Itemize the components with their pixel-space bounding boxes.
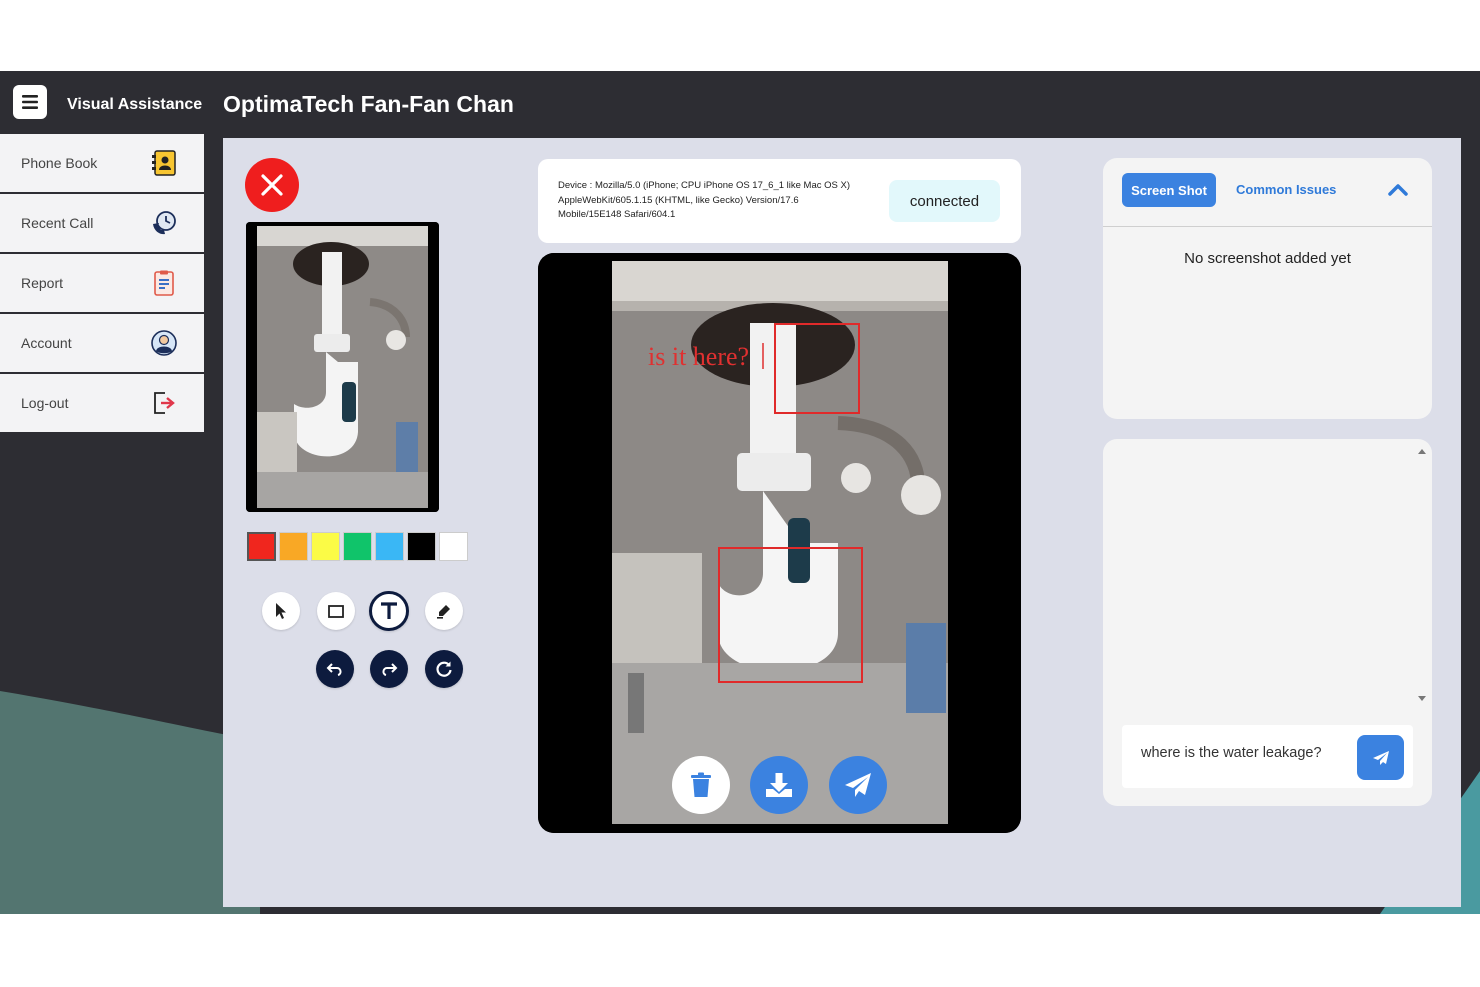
chat-input-field[interactable]: where is the water leakage? xyxy=(1141,745,1322,761)
app-window: Visual Assistance OptimaTech Fan-Fan Cha… xyxy=(0,71,1480,914)
sidebar-item-label: Log-out xyxy=(21,395,69,411)
camera-preview-thumbnail[interactable] xyxy=(246,222,439,512)
rectangle-icon xyxy=(328,604,344,618)
color-swatch-yellow[interactable] xyxy=(311,532,340,561)
sidebar-item-label: Recent Call xyxy=(21,215,94,231)
marker-icon xyxy=(437,605,450,619)
close-icon xyxy=(261,174,283,196)
account-icon xyxy=(151,330,177,356)
text-icon xyxy=(381,602,397,619)
sidebar-item-phone-book[interactable]: Phone Book xyxy=(0,134,204,194)
tab-screen-shot[interactable]: Screen Shot xyxy=(1122,173,1216,207)
empty-screenshot-message: No screenshot added yet xyxy=(1184,250,1351,267)
refresh-button[interactable] xyxy=(425,650,463,688)
redo-button[interactable] xyxy=(370,650,408,688)
app-name: Visual Assistance xyxy=(67,96,203,113)
sidebar-item-account[interactable]: Account xyxy=(0,314,204,374)
sidebar: Phone Book Recent Call Report Account Lo… xyxy=(0,134,204,434)
pointer-icon xyxy=(276,603,286,619)
color-swatch-green[interactable] xyxy=(343,532,372,561)
hamburger-icon xyxy=(22,95,38,109)
refresh-icon xyxy=(436,661,452,677)
workspace-panel: Device : Mozilla/5.0 (iPhone; CPU iPhone… xyxy=(223,138,1461,907)
download-button[interactable] xyxy=(750,756,808,814)
top-bar: Visual Assistance OptimaTech Fan-Fan Cha… xyxy=(0,71,1480,134)
connection-status-badge: connected xyxy=(889,180,1000,222)
live-video-viewer[interactable]: is it here? xyxy=(538,253,1021,833)
send-screenshot-button[interactable] xyxy=(829,756,887,814)
color-swatch-white[interactable] xyxy=(439,532,468,561)
sidebar-item-label: Account xyxy=(21,335,72,351)
download-icon xyxy=(766,773,792,797)
divider xyxy=(1103,226,1432,227)
annotation-label: is it here? xyxy=(648,342,749,371)
page-title: OptimaTech Fan-Fan Chan xyxy=(223,91,514,117)
marker-tool-button[interactable] xyxy=(425,592,463,630)
sidebar-item-label: Report xyxy=(21,275,64,291)
tab-common-issues[interactable]: Common Issues xyxy=(1236,182,1336,197)
recent-call-icon xyxy=(153,211,176,235)
color-swatch-blue[interactable] xyxy=(375,532,404,561)
sidebar-item-report[interactable]: Report xyxy=(0,254,204,314)
chat-input-box[interactable]: where is the water leakage? xyxy=(1122,725,1413,788)
device-info-text: Device : Mozilla/5.0 (iPhone; CPU iPhone… xyxy=(558,180,850,220)
sidebar-item-logout[interactable]: Log-out xyxy=(0,374,204,434)
logout-icon xyxy=(154,392,175,414)
device-info-card: Device : Mozilla/5.0 (iPhone; CPU iPhone… xyxy=(538,159,1021,243)
color-palette xyxy=(247,532,468,561)
rectangle-tool-button[interactable] xyxy=(317,592,355,630)
paper-plane-icon xyxy=(845,773,871,797)
chat-panel: where is the water leakage? xyxy=(1103,439,1432,806)
phone-book-icon xyxy=(152,150,176,176)
sidebar-item-recent-call[interactable]: Recent Call xyxy=(0,194,204,254)
sidebar-item-label: Phone Book xyxy=(21,155,98,171)
undo-icon xyxy=(326,663,342,676)
color-swatch-black[interactable] xyxy=(407,532,436,561)
send-icon xyxy=(1372,750,1389,765)
live-video-frame: is it here? xyxy=(538,253,1021,833)
hamburger-menu-button[interactable] xyxy=(13,85,47,119)
sink-pipe-preview-image xyxy=(246,222,439,512)
pointer-tool-button[interactable] xyxy=(262,592,300,630)
screenshot-panel: Screen Shot Common Issues No screenshot … xyxy=(1103,158,1432,419)
color-swatch-orange[interactable] xyxy=(279,532,308,561)
text-tool-button[interactable] xyxy=(369,591,409,631)
undo-button[interactable] xyxy=(316,650,354,688)
color-swatch-red[interactable] xyxy=(247,532,276,561)
chevron-up-icon[interactable] xyxy=(1387,180,1409,200)
send-message-button[interactable] xyxy=(1357,735,1404,780)
redo-icon xyxy=(382,663,398,676)
end-call-button[interactable] xyxy=(245,158,299,212)
trash-icon xyxy=(691,772,711,797)
chat-scrollbar[interactable] xyxy=(1416,445,1428,705)
report-icon xyxy=(154,270,174,296)
delete-button[interactable] xyxy=(672,756,730,814)
